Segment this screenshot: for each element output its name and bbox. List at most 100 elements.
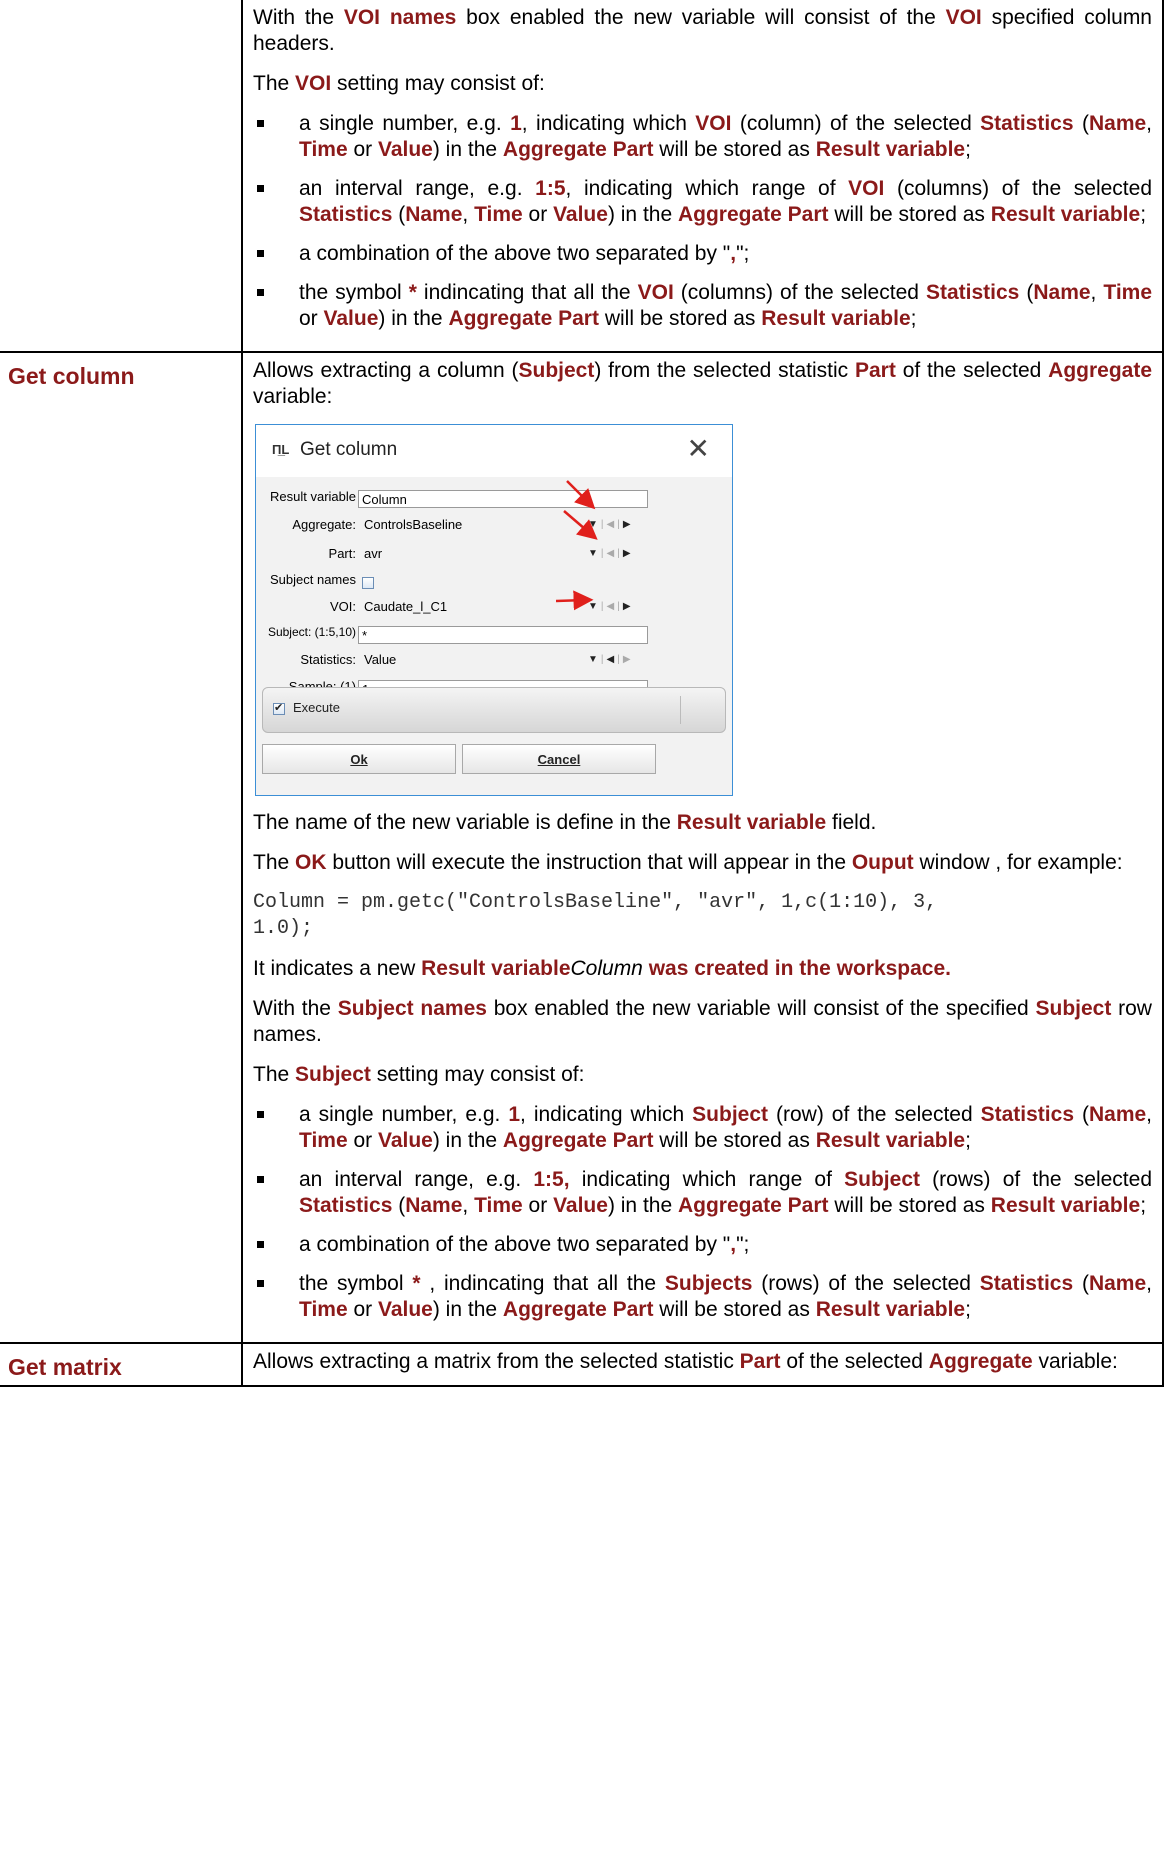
emphasis-term: Name bbox=[405, 1194, 463, 1217]
text-segment: variable: bbox=[1032, 1350, 1118, 1373]
emphasis-term: Value bbox=[377, 138, 433, 161]
text-segment: ) from the selected statistic bbox=[594, 359, 855, 382]
emphasis-term: Subject names bbox=[337, 997, 487, 1020]
emphasis-term: Aggregate Part bbox=[502, 1129, 654, 1152]
emphasis-term: Result variable bbox=[815, 138, 966, 161]
text-segment: (row) of the selected bbox=[768, 1103, 981, 1126]
next-icon[interactable]: ▶ bbox=[623, 654, 631, 665]
emphasis-term: 1:5 bbox=[535, 177, 566, 200]
app-logo-icon: Π̲L bbox=[272, 442, 290, 457]
text-segment: The bbox=[253, 72, 296, 95]
emphasis-term: Statistics bbox=[980, 1103, 1074, 1126]
text-segment: or bbox=[522, 1194, 554, 1217]
text-segment: indincating that all the bbox=[416, 281, 638, 304]
text-segment: ) in the bbox=[432, 1298, 503, 1321]
previous-icon[interactable]: ◀ bbox=[607, 654, 615, 665]
emphasis-term: Result variable bbox=[676, 811, 827, 834]
text-segment: ) in the bbox=[607, 1194, 678, 1217]
emphasis-term: Value bbox=[323, 307, 379, 330]
emphasis-term: VOI bbox=[295, 72, 332, 95]
emphasis-term: Result variable bbox=[990, 203, 1141, 226]
subject-names-checkbox[interactable] bbox=[362, 577, 374, 589]
emphasis-term: Statistics bbox=[299, 203, 393, 226]
emphasis-term: VOI bbox=[637, 281, 674, 304]
text-segment: a combination of the above two separated… bbox=[299, 1233, 731, 1256]
ok-button-label: Ok bbox=[350, 752, 368, 767]
voi-select[interactable]: Caudate_l_C1 bbox=[364, 599, 447, 614]
text-segment: ( bbox=[392, 1194, 406, 1217]
text-segment: will be stored as bbox=[653, 138, 816, 161]
text-segment: , bbox=[1090, 281, 1104, 304]
aggregate-select[interactable]: ControlsBaseline bbox=[364, 517, 462, 532]
emphasis-term: Value bbox=[553, 1194, 608, 1217]
text-segment: setting may consist of: bbox=[331, 72, 545, 95]
text-segment: ( bbox=[392, 203, 406, 226]
list-item: a single number, e.g. 1, indicating whic… bbox=[253, 1102, 1152, 1154]
text-segment: will be stored as bbox=[653, 1129, 816, 1152]
text-segment: , bbox=[1146, 1103, 1153, 1126]
term-get-matrix: Get matrix bbox=[8, 1354, 122, 1380]
text-segment: The bbox=[253, 1063, 296, 1086]
emphasis-term: Aggregate Part bbox=[502, 138, 654, 161]
emphasis-term: * bbox=[412, 1272, 421, 1295]
text-segment: the symbol bbox=[299, 1272, 413, 1295]
text-segment: ; bbox=[1140, 1194, 1147, 1217]
list-item: an interval range, e.g. 1:5, indicating … bbox=[253, 176, 1152, 228]
emphasis-term: VOI bbox=[695, 112, 732, 135]
cancel-button[interactable]: Cancel bbox=[462, 744, 656, 774]
subject-field[interactable]: * bbox=[358, 626, 648, 644]
text-segment: will be stored as bbox=[598, 307, 762, 330]
list-item: the symbol * indincating that all the VO… bbox=[253, 280, 1152, 332]
text-segment: the symbol bbox=[299, 281, 409, 304]
paragraph: Allows extracting a matrix from the sele… bbox=[253, 1349, 1152, 1375]
text-segment: With the bbox=[253, 997, 338, 1020]
text-segment: The bbox=[253, 851, 296, 874]
text-segment: ) in the bbox=[432, 1129, 503, 1152]
list-item: a combination of the above two separated… bbox=[253, 241, 1152, 267]
close-icon[interactable]: ✕ bbox=[687, 435, 710, 463]
text-segment: (rows) of the selected bbox=[752, 1272, 980, 1295]
dropdown-icon[interactable]: ▼ bbox=[588, 654, 598, 665]
ok-button[interactable]: Ok bbox=[262, 744, 456, 774]
text-segment: (column) of the selected bbox=[731, 112, 981, 135]
bullet-list: a single number, e.g. 1, indicating whic… bbox=[253, 111, 1152, 332]
paragraph: With the Subject names box enabled the n… bbox=[253, 996, 1152, 1048]
text-segment: or bbox=[347, 1298, 378, 1321]
statistics-select[interactable]: Value bbox=[364, 652, 396, 667]
emphasis-term: Result variable bbox=[421, 957, 571, 980]
emphasis-term: OK bbox=[295, 851, 327, 874]
text-segment: of the selected bbox=[780, 1350, 929, 1373]
execute-checkbox[interactable] bbox=[273, 701, 285, 715]
text-segment: ; bbox=[1140, 203, 1147, 226]
execute-panel: Execute bbox=[262, 687, 726, 733]
emphasis-term: Name bbox=[1088, 1103, 1147, 1126]
term-get-column: Get column bbox=[8, 363, 135, 389]
cancel-button-label: Cancel bbox=[537, 752, 581, 767]
statistics-controls: ▼ | ◀ | ▶ bbox=[588, 654, 631, 665]
emphasis-term: Name bbox=[405, 203, 463, 226]
text-segment: box enabled the new variable will consis… bbox=[456, 6, 946, 29]
text-segment: of the selected bbox=[895, 359, 1049, 382]
text-segment: , bbox=[1146, 1272, 1152, 1295]
get-column-dialog: Π̲L Get column ✕ Result variable Column … bbox=[255, 424, 733, 796]
emphasis-term: Result variable bbox=[815, 1298, 966, 1321]
text-segment: , bbox=[462, 1194, 475, 1217]
emphasis-term: VOI names bbox=[343, 6, 457, 29]
text-segment: , indincating that all the bbox=[420, 1272, 665, 1295]
emphasis-term: Aggregate Part bbox=[677, 203, 829, 226]
emphasis-term: Name bbox=[1033, 281, 1091, 304]
bullet-list: a single number, e.g. 1, indicating whic… bbox=[253, 1102, 1152, 1323]
voi-label: VOI: bbox=[329, 599, 356, 614]
emphasis-term: Subject bbox=[1035, 997, 1112, 1020]
emphasis-term: Subjects bbox=[664, 1272, 753, 1295]
emphasis-term: 1 bbox=[510, 112, 522, 135]
part-select[interactable]: avr bbox=[364, 546, 382, 561]
arrow-icon bbox=[563, 510, 598, 540]
dialog-titlebar: Π̲L Get column ✕ bbox=[256, 425, 732, 477]
emphasis-term: Time bbox=[1103, 281, 1153, 304]
text-segment: will be stored as bbox=[828, 1194, 991, 1217]
emphasis-term: Statistics bbox=[925, 281, 1020, 304]
emphasis-term: Aggregate Part bbox=[677, 1194, 829, 1217]
text-segment: a single number, e.g. bbox=[299, 1103, 509, 1126]
statistics-label: Statistics: bbox=[300, 652, 356, 667]
